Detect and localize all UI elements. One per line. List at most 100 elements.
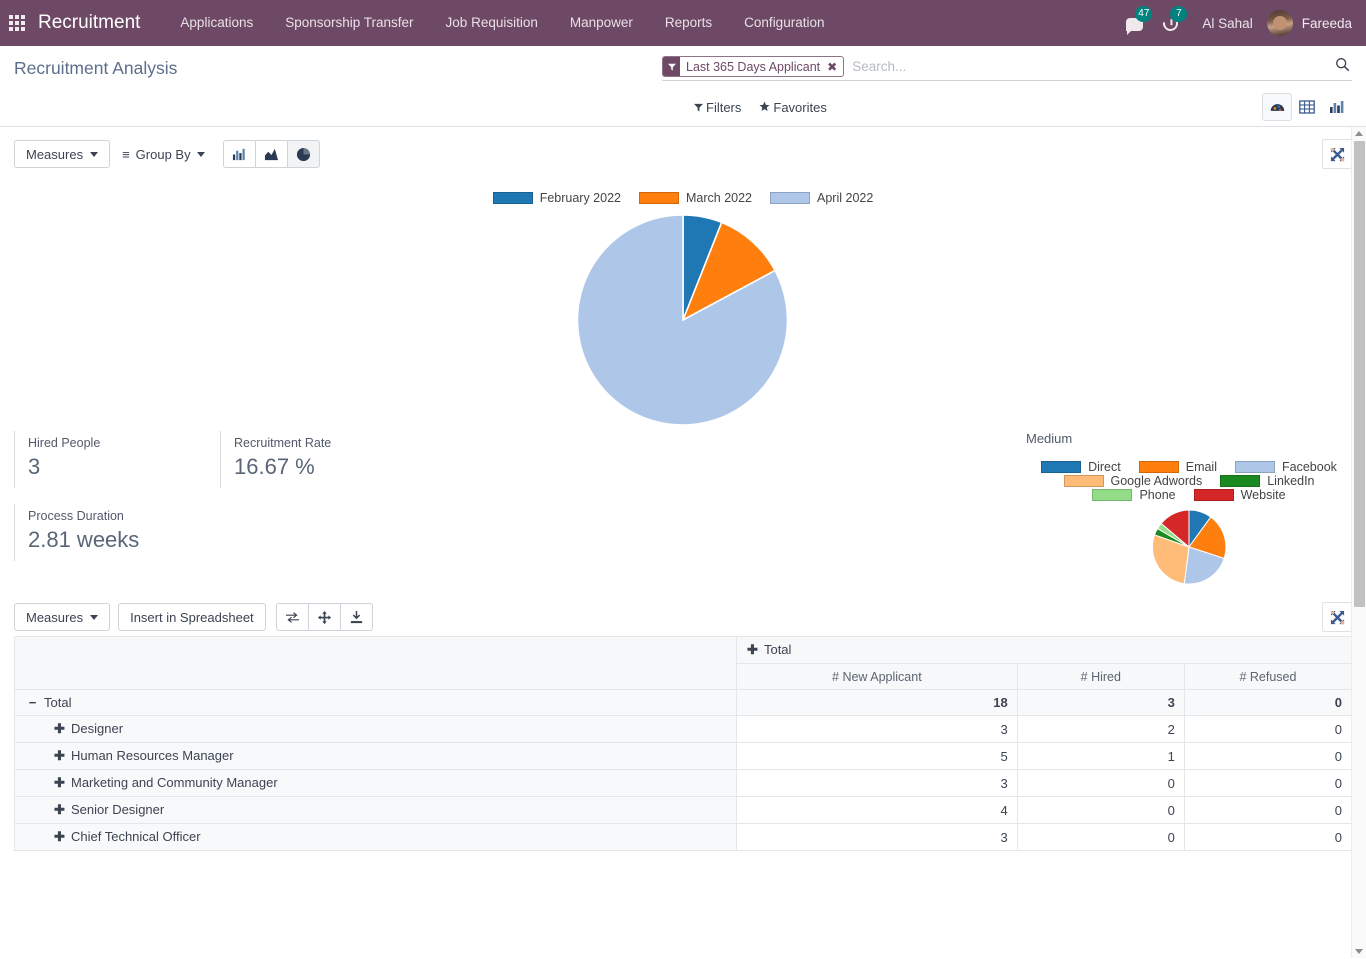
pivot-measure-new-applicant[interactable]: # New Applicant: [735, 663, 1018, 690]
flip-axis-icon[interactable]: [275, 603, 309, 631]
main-pie-legend: February 2022 March 2022 April 2022: [0, 191, 1366, 205]
app-brand-recruitment[interactable]: Recruitment: [34, 12, 146, 34]
legend-item-google-adwords[interactable]: Google Adwords: [1063, 474, 1202, 488]
cell-refused: 0: [1183, 823, 1353, 851]
pivot-row-header-senior-designer[interactable]: ✚ Senior Designer: [14, 796, 737, 824]
pivot-row-header-total[interactable]: − Total: [14, 689, 737, 716]
table-row[interactable]: ✚ Chief Technical Officer 3 0 0: [14, 823, 1353, 851]
menu-item-configuration[interactable]: Configuration: [728, 0, 840, 46]
legend-item-email[interactable]: Email: [1138, 460, 1217, 474]
menu-item-job-requisition[interactable]: Job Requisition: [430, 0, 554, 46]
medium-pie-chart[interactable]: [1026, 508, 1352, 586]
search-icon[interactable]: [1329, 57, 1352, 76]
pivot-measure-hired[interactable]: # Hired: [1016, 663, 1185, 690]
pivot-expand-button[interactable]: [1322, 602, 1352, 632]
pivot-row-header-designer[interactable]: ✚ Designer: [14, 715, 737, 743]
kpi-label: Process Duration: [28, 509, 124, 523]
filters-dropdown[interactable]: Filters: [694, 100, 741, 115]
view-switcher: [1262, 93, 1352, 121]
menu-item-applications[interactable]: Applications: [164, 0, 269, 46]
legend-swatch: [1138, 461, 1179, 473]
legend-item-february-2022[interactable]: February 2022: [492, 191, 621, 205]
menu-item-manpower[interactable]: Manpower: [554, 0, 649, 46]
view-list-button[interactable]: [1292, 93, 1322, 121]
search-facet-last-365-days-applicant[interactable]: Last 365 Days Applicant ✖: [662, 56, 845, 77]
control-panel: Recruitment Analysis Last 365 Days Appli…: [0, 46, 1366, 127]
pivot-col-total-header[interactable]: ✚ Total: [735, 636, 1353, 664]
menu-item-reports[interactable]: Reports: [649, 0, 728, 46]
graph-expand-button[interactable]: [1322, 139, 1352, 169]
table-row[interactable]: ✚ Designer 3 2 0: [14, 715, 1353, 743]
pivot-measures-label: Measures: [26, 609, 84, 625]
user-menu[interactable]: Fareeda: [1266, 10, 1352, 36]
favorites-dropdown[interactable]: Favorites: [759, 100, 827, 115]
activities-button[interactable]: 7: [1153, 0, 1188, 46]
chevron-down-icon: [90, 614, 99, 620]
pivot-row-header-marketing-and-community-manager[interactable]: ✚ Marketing and Community Manager: [14, 769, 737, 797]
graph-mode-group: [222, 140, 320, 168]
graph-group-by-button[interactable]: ≡ Group By: [110, 140, 217, 168]
expand-all-icon[interactable]: [307, 603, 341, 631]
medium-pie-legend: Direct Email Facebook Google Adwords Lin…: [1026, 460, 1352, 502]
kpi-label: Hired People: [28, 436, 101, 450]
graph-mode-pie-button[interactable]: [286, 140, 320, 168]
graph-measures-button[interactable]: Measures: [14, 140, 111, 168]
graph-mode-line-button[interactable]: [254, 140, 288, 168]
expand-icon[interactable]: ✚: [53, 721, 66, 737]
expand-icon[interactable]: ✚: [53, 802, 66, 818]
facet-remove-icon[interactable]: ✖: [825, 57, 843, 76]
pivot-measures-button[interactable]: Measures: [14, 603, 111, 631]
menu-item-sponsorship-transfer[interactable]: Sponsorship Transfer: [269, 0, 429, 46]
graph-toolbar: Measures ≡ Group By: [0, 127, 1366, 169]
scroll-up-icon[interactable]: [1355, 131, 1363, 136]
company-switcher[interactable]: Al Sahal: [1188, 16, 1266, 31]
row-label: Chief Technical Officer: [71, 829, 201, 844]
cell-new-applicant: 3: [735, 715, 1018, 743]
scroll-thumb[interactable]: [1354, 141, 1365, 607]
pivot-row-header-human-resources-manager[interactable]: ✚ Human Resources Manager: [14, 742, 737, 770]
cell-refused: 0: [1183, 689, 1353, 716]
insert-in-spreadsheet-button[interactable]: Insert in Spreadsheet: [118, 603, 266, 631]
graph-mode-bar-button[interactable]: [222, 140, 256, 168]
search-dropdowns: Filters Favorites: [694, 100, 827, 115]
legend-swatch: [1220, 475, 1261, 487]
main-pie-chart[interactable]: [0, 213, 1366, 427]
kpi-area: Hired People 3 Recruitment Rate 16.67 % …: [0, 427, 1366, 586]
search-input[interactable]: [844, 59, 1329, 74]
facet-label: Last 365 Days Applicant: [686, 59, 821, 74]
insert-in-spreadsheet-label: Insert in Spreadsheet: [130, 609, 254, 625]
legend-item-direct[interactable]: Direct: [1041, 460, 1121, 474]
expand-icon[interactable]: ✚: [53, 775, 66, 791]
table-row[interactable]: ✚ Senior Designer 4 0 0: [14, 796, 1353, 824]
apps-grid-icon[interactable]: [0, 0, 34, 46]
avatar: [1266, 10, 1293, 36]
expand-icon[interactable]: ✚: [53, 829, 66, 845]
legend-item-phone[interactable]: Phone: [1092, 488, 1176, 502]
scroll-down-icon[interactable]: [1355, 949, 1363, 954]
legend-item-april-2022[interactable]: April 2022: [770, 191, 873, 205]
cell-new-applicant: 4: [735, 796, 1018, 824]
collapse-icon[interactable]: −: [26, 695, 39, 710]
vertical-scrollbar[interactable]: [1351, 127, 1366, 958]
table-row[interactable]: ✚ Human Resources Manager 5 1 0: [14, 742, 1353, 770]
table-row[interactable]: − Total 18 3 0: [14, 689, 1353, 716]
legend-item-facebook[interactable]: Facebook: [1235, 460, 1337, 474]
user-name: Fareeda: [1301, 15, 1352, 31]
legend-item-linkedin[interactable]: LinkedIn: [1220, 474, 1315, 488]
messages-button[interactable]: 47: [1116, 0, 1153, 46]
legend-swatch: [1235, 461, 1275, 473]
legend-item-march-2022[interactable]: March 2022: [639, 191, 752, 205]
expand-icon[interactable]: ✚: [53, 748, 66, 764]
legend-item-website[interactable]: Website: [1193, 488, 1286, 502]
cell-hired: 3: [1016, 689, 1185, 716]
top-navbar: Recruitment Applications Sponsorship Tra…: [0, 0, 1366, 46]
view-graph-button[interactable]: [1322, 93, 1352, 121]
pivot-row-header-chief-technical-officer[interactable]: ✚ Chief Technical Officer: [14, 823, 737, 851]
legend-label: LinkedIn: [1267, 474, 1315, 488]
expand-icon[interactable]: ✚: [746, 642, 759, 658]
filters-label: Filters: [706, 99, 742, 115]
pivot-measure-refused[interactable]: # Refused: [1183, 663, 1353, 690]
view-dashboard-button[interactable]: [1262, 93, 1292, 121]
table-row[interactable]: ✚ Marketing and Community Manager 3 0 0: [14, 769, 1353, 797]
download-xlsx-icon[interactable]: [339, 603, 373, 631]
